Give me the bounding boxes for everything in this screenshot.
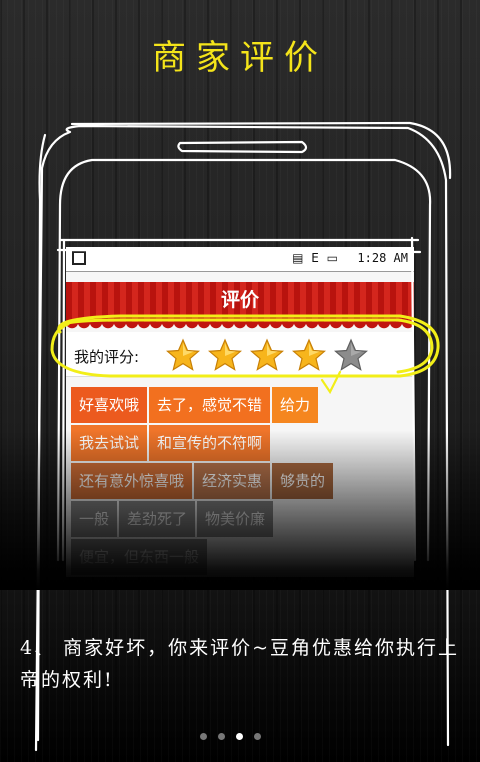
page-dot[interactable]	[236, 733, 243, 740]
rating-highlight	[50, 314, 440, 395]
page-indicator[interactable]	[200, 733, 261, 740]
page-dot[interactable]	[254, 733, 261, 740]
page-dot[interactable]	[218, 733, 225, 740]
page-dot[interactable]	[200, 733, 207, 740]
feature-description: 4、 商家好坏，你来评价~豆角优惠给你执行上帝的权利!	[20, 637, 460, 691]
